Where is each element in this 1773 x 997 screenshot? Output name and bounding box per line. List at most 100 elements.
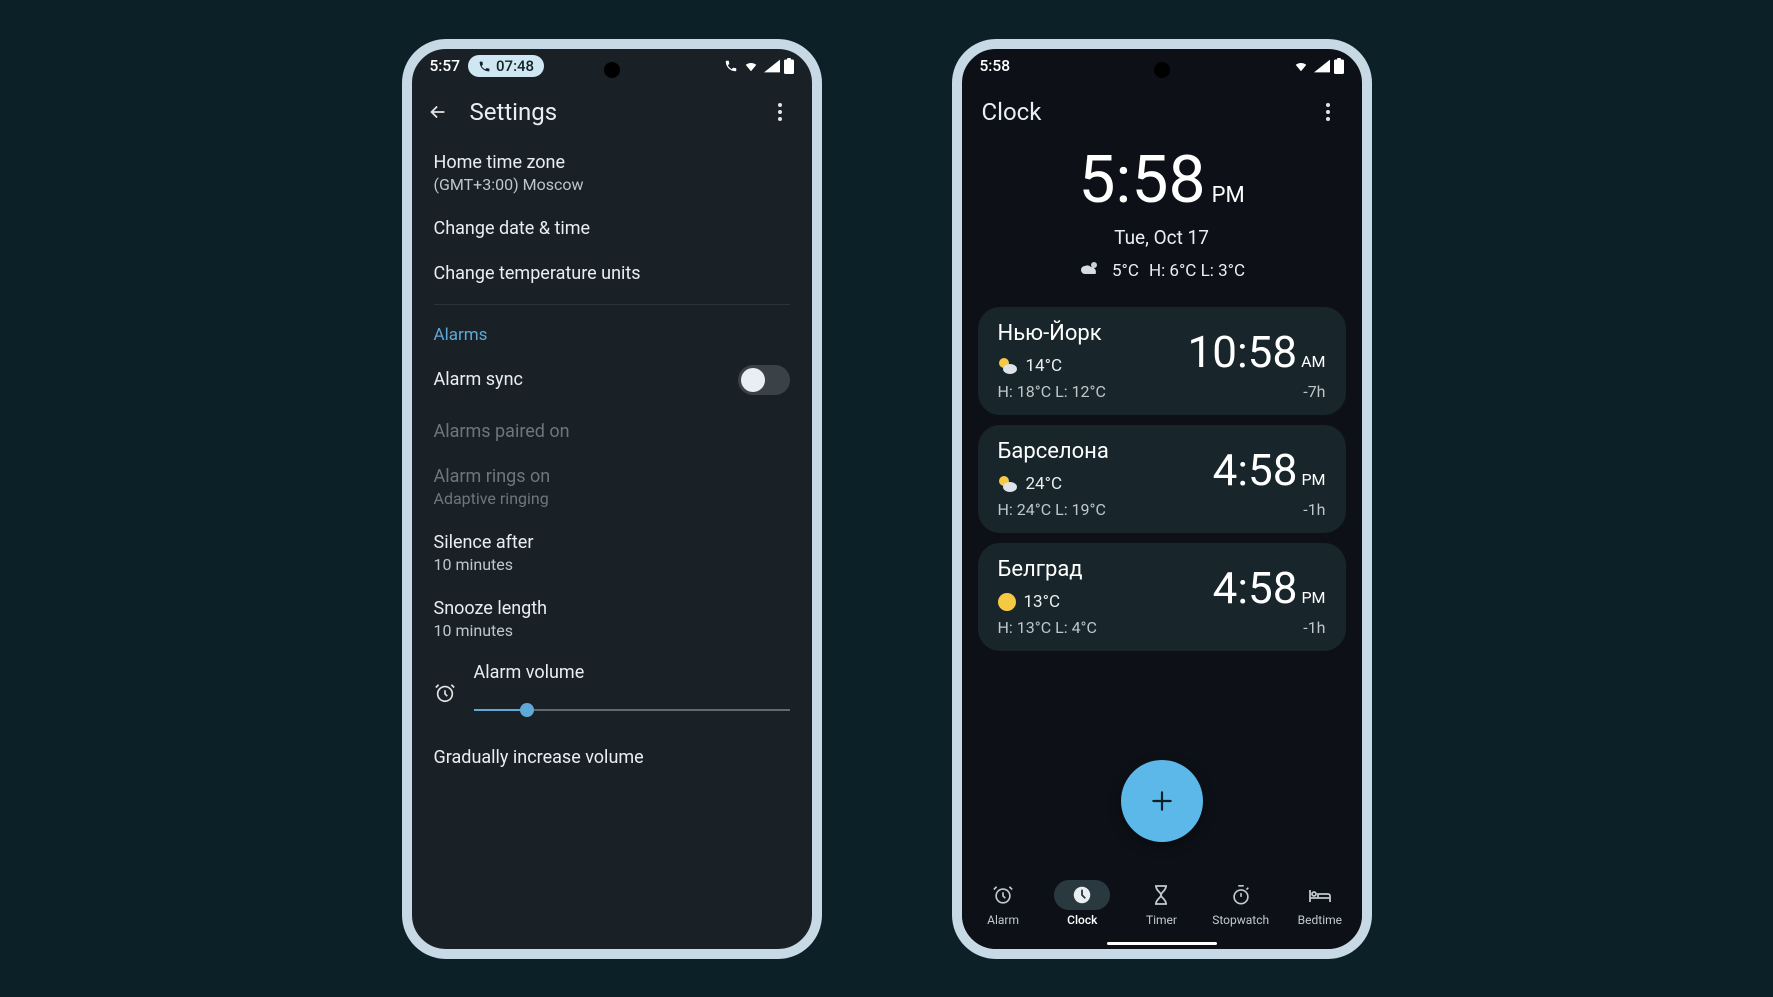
nav-bedtime[interactable]: Bedtime	[1283, 880, 1357, 927]
pref-alarms-paired: Alarms paired on	[434, 409, 790, 454]
pref-gradual-increase[interactable]: Gradually increase volume	[434, 721, 790, 780]
city-time-value: 4:58	[1213, 448, 1298, 492]
pref-title: Alarms paired on	[434, 421, 790, 442]
nav-stopwatch[interactable]: Stopwatch	[1204, 880, 1278, 927]
more-button[interactable]	[766, 98, 794, 126]
city-temp: 13°C	[1024, 592, 1061, 612]
main-temp: 5°C	[1112, 261, 1139, 281]
city-list: Нью-Йорк 14°C H: 18°C L: 12°C 10:58 AM -…	[962, 307, 1362, 651]
slider-fill	[474, 709, 528, 711]
city-time: 10:58 AM	[1188, 330, 1326, 374]
main-clock: 5:58 PM Tue, Oct 17 5°C H: 6°C L: 3°C	[962, 140, 1362, 293]
clock-phone: 5:58 Clock 5:58 PM Tue, Oct 17 5°C H: 6°…	[952, 39, 1372, 959]
city-card[interactable]: Нью-Йорк 14°C H: 18°C L: 12°C 10:58 AM -…	[978, 307, 1346, 415]
page-title: Settings	[470, 98, 558, 126]
clock-icon	[1071, 884, 1093, 906]
stopwatch-icon	[1230, 884, 1252, 906]
back-button[interactable]	[424, 98, 452, 126]
hourglass-icon	[1152, 884, 1170, 906]
city-offset: -1h	[1213, 500, 1326, 519]
pref-title: Alarm rings on	[434, 466, 790, 487]
pref-change-temp[interactable]: Change temperature units	[434, 251, 790, 296]
night-cloud-icon	[1078, 261, 1102, 281]
slider-thumb	[520, 703, 534, 717]
city-time-ampm: AM	[1301, 354, 1325, 370]
nav-clock[interactable]: Clock	[1045, 880, 1119, 927]
pref-home-timezone[interactable]: Home time zone (GMT+3:00) Moscow	[434, 140, 790, 206]
alarm-icon	[992, 884, 1014, 906]
call-pill[interactable]: 07:48	[468, 55, 544, 77]
city-temp: 14°C	[1026, 356, 1063, 376]
settings-appbar: Settings	[412, 84, 812, 140]
nav-label: Alarm	[987, 913, 1019, 927]
bed-icon	[1308, 886, 1332, 904]
call-pill-time: 07:48	[496, 57, 534, 75]
city-temp: 24°C	[1026, 474, 1063, 494]
divider	[434, 304, 790, 305]
main-date: Tue, Oct 17	[962, 226, 1362, 249]
partly-cloudy-icon	[998, 357, 1018, 375]
volume-label: Alarm volume	[474, 662, 790, 683]
settings-list: Home time zone (GMT+3:00) Moscow Change …	[412, 140, 812, 780]
pref-subtitle: Adaptive ringing	[434, 489, 790, 508]
wifi-icon	[1292, 59, 1310, 73]
more-button[interactable]	[1314, 98, 1342, 126]
city-name: Нью-Йорк	[998, 321, 1106, 346]
pref-subtitle: 10 minutes	[434, 555, 790, 574]
main-time-value: 5:58	[1078, 148, 1205, 214]
city-hl: H: 18°C L: 12°C	[998, 382, 1106, 401]
nav-alarm[interactable]: Alarm	[966, 880, 1040, 927]
battery-icon	[784, 58, 794, 74]
camera-hole	[604, 62, 620, 78]
city-time-ampm: PM	[1301, 472, 1325, 488]
cell-icon	[764, 59, 780, 73]
main-time: 5:58 PM	[1078, 148, 1244, 214]
bottom-nav: Alarm Clock Timer Stopwatch Bedtime	[962, 867, 1362, 949]
city-time: 4:58 PM	[1213, 448, 1326, 492]
camera-hole	[1154, 62, 1170, 78]
wifi-icon	[742, 59, 760, 73]
pref-silence-after[interactable]: Silence after 10 minutes	[434, 520, 790, 586]
more-vert-icon	[778, 103, 782, 121]
volume-slider[interactable]	[474, 699, 790, 721]
gesture-bar	[1107, 942, 1217, 945]
clock-appbar: Clock	[962, 84, 1362, 140]
city-time-ampm: PM	[1301, 590, 1325, 606]
add-city-fab[interactable]	[1121, 760, 1203, 842]
status-time: 5:57	[430, 57, 461, 75]
phone-small-icon	[724, 59, 738, 73]
city-offset: -7h	[1188, 382, 1326, 401]
section-alarms-label: Alarms	[434, 313, 790, 351]
arrow-back-icon	[427, 101, 449, 123]
pref-title: Snooze length	[434, 598, 790, 619]
pref-title: Gradually increase volume	[434, 747, 790, 768]
pref-title: Home time zone	[434, 152, 790, 173]
pref-change-date[interactable]: Change date & time	[434, 206, 790, 251]
cell-icon	[1314, 59, 1330, 73]
partly-cloudy-icon	[998, 475, 1018, 493]
status-time: 5:58	[980, 57, 1011, 75]
city-card[interactable]: Барселона 24°C H: 24°C L: 19°C 4:58 PM -…	[978, 425, 1346, 533]
pref-title: Alarm sync	[434, 369, 523, 390]
more-vert-icon	[1326, 103, 1330, 121]
pref-alarm-sync[interactable]: Alarm sync	[434, 351, 790, 409]
nav-label: Stopwatch	[1212, 913, 1269, 927]
city-time-value: 4:58	[1213, 566, 1298, 610]
pref-snooze-length[interactable]: Snooze length 10 minutes	[434, 586, 790, 652]
alarm-icon	[434, 682, 456, 704]
main-hl: H: 6°C L: 3°C	[1149, 261, 1245, 281]
nav-label: Timer	[1146, 913, 1177, 927]
nav-label: Clock	[1067, 913, 1097, 927]
pref-title: Change date & time	[434, 218, 790, 239]
nav-timer[interactable]: Timer	[1124, 880, 1198, 927]
sun-icon	[998, 593, 1016, 611]
alarm-sync-switch[interactable]	[738, 365, 790, 395]
pref-subtitle: (GMT+3:00) Moscow	[434, 175, 790, 194]
city-card[interactable]: Белград 13°C H: 13°C L: 4°C 4:58 PM -1h	[978, 543, 1346, 651]
city-hl: H: 24°C L: 19°C	[998, 500, 1109, 519]
battery-icon	[1334, 58, 1344, 74]
switch-knob	[741, 368, 765, 392]
city-time: 4:58 PM	[1213, 566, 1326, 610]
city-time-value: 10:58	[1188, 330, 1298, 374]
city-name: Белград	[998, 557, 1097, 582]
